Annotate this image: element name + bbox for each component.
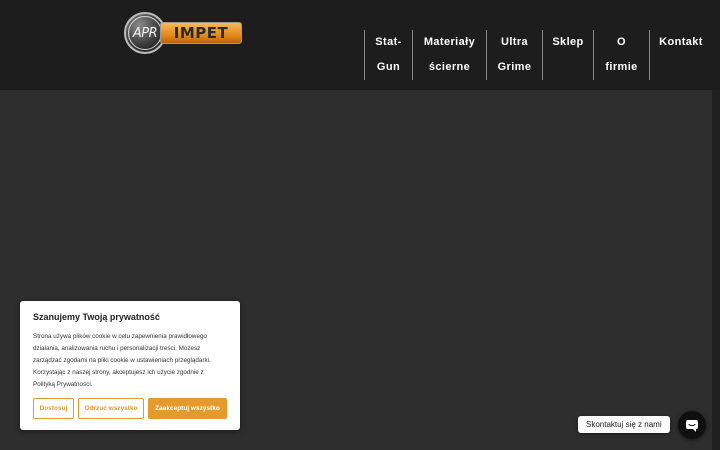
cookie-consent-banner: Szanujemy Twoją prywatność Strona używa … — [20, 301, 240, 430]
nav-item-label: Stat-Gun — [375, 36, 402, 73]
chat-button[interactable] — [678, 411, 706, 439]
nav-item-o-firmie[interactable]: O firmie — [593, 30, 649, 80]
site-logo[interactable]: APR IMPET — [124, 12, 242, 54]
nav-item-materialy-scierne[interactable]: Materiały ścierne — [412, 30, 486, 80]
page-scrollbar[interactable] — [712, 90, 720, 450]
nav-item-label: Materiały ścierne — [423, 36, 476, 73]
chat-icon — [686, 420, 698, 432]
logo-brand-text: IMPET — [160, 22, 242, 44]
logo-emblem-text: APR — [128, 16, 162, 50]
nav-item-sklep[interactable]: Sklep — [542, 30, 593, 80]
site-header: APR IMPET Stat-Gun Materiały ścierne Ult… — [0, 0, 720, 90]
nav-item-stat-gun[interactable]: Stat-Gun — [364, 30, 412, 80]
nav-item-label: Ultra Grime — [497, 36, 532, 73]
cookie-banner-title: Szanujemy Twoją prywatność — [33, 312, 160, 322]
nav-item-label: Kontakt — [659, 36, 703, 48]
nav-item-kontakt[interactable]: Kontakt — [649, 30, 712, 80]
cookie-reject-all-button[interactable]: Odrzuć wszystko — [78, 398, 144, 419]
main-nav: Stat-Gun Materiały ścierne Ultra Grime S… — [364, 30, 712, 80]
nav-item-ultra-grime[interactable]: Ultra Grime — [486, 30, 542, 80]
nav-item-label: O firmie — [605, 36, 638, 73]
cookie-accept-all-button[interactable]: Zaakceptuj wszystko — [148, 398, 227, 419]
cookie-customize-button[interactable]: Dostosuj — [33, 398, 74, 419]
nav-item-label: Sklep — [552, 36, 584, 48]
cookie-banner-text: Strona używa plików cookie w celu zapewn… — [33, 333, 211, 388]
cookie-banner-actions: Dostosuj Odrzuć wszystko Zaakceptuj wszy… — [33, 398, 227, 419]
chat-label-bubble[interactable]: Skontaktuj się z nami — [578, 416, 670, 433]
